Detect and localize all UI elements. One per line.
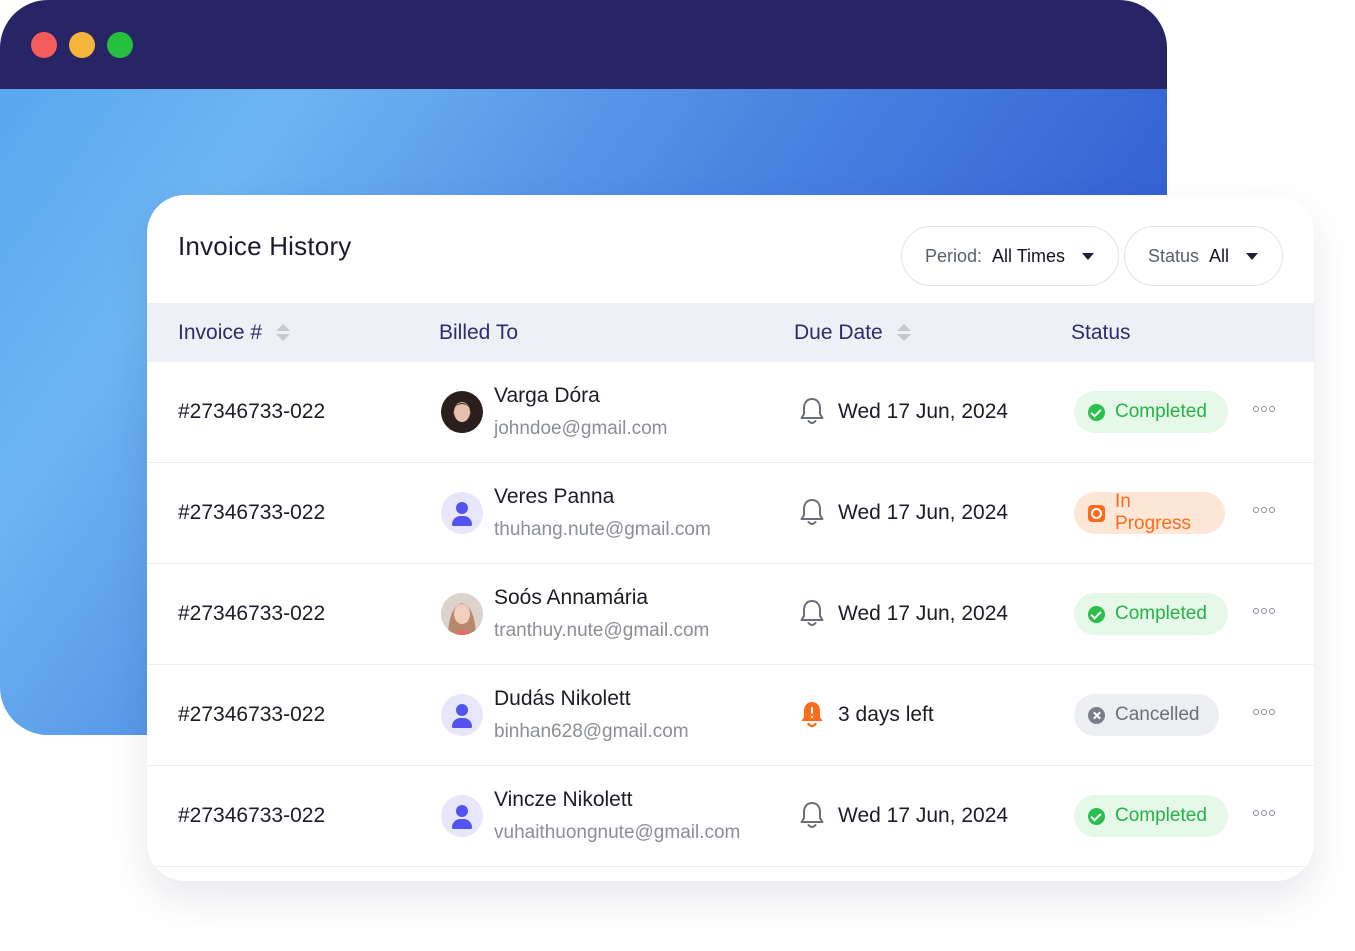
column-header-due-date[interactable]: Due Date: [794, 303, 911, 362]
avatar: [441, 391, 483, 433]
table-header: Invoice # Billed To Due Date Status: [147, 303, 1314, 362]
billed-to-name: Dudás Nikolett: [494, 687, 631, 710]
sort-icon[interactable]: [896, 324, 911, 341]
check-circle-icon: [1088, 807, 1105, 825]
timer-icon: [1088, 504, 1105, 522]
status-badge-label: In Progress: [1115, 491, 1192, 534]
bell-icon: [800, 499, 824, 525]
status-badge: Completed: [1074, 593, 1228, 635]
billed-to-name: Veres Panna: [494, 485, 615, 508]
column-header-status: Status: [1071, 303, 1131, 362]
user-icon: [441, 492, 483, 534]
invoice-number: #27346733-022: [178, 804, 326, 827]
column-header-due-date-label: Due Date: [794, 320, 883, 344]
table-row[interactable]: #27346733-022 Soós Annamária tranthuy.nu…: [147, 564, 1314, 665]
close-window-button[interactable]: [31, 32, 57, 58]
status-badge: Cancelled: [1074, 694, 1219, 736]
table-row[interactable]: #27346733-022 Varga Dóra johndoe@gmail.c…: [147, 362, 1314, 463]
due-date: Wed 17 Jun, 2024: [838, 501, 1009, 524]
table-row[interactable]: #27346733-022 Vincze Nikolett vuhaithuon…: [147, 766, 1314, 867]
more-options-icon[interactable]: [1253, 810, 1275, 816]
chevron-down-icon: [1082, 252, 1094, 260]
invoice-number: #27346733-022: [178, 703, 326, 726]
bell-icon: [800, 600, 824, 626]
billed-to-email: thuhang.nute@gmail.com: [494, 519, 711, 540]
user-icon: [441, 795, 483, 837]
invoice-number: #27346733-022: [178, 501, 326, 524]
status-badge-label: Cancelled: [1115, 704, 1200, 725]
chevron-down-icon: [1246, 252, 1258, 260]
more-options-icon[interactable]: [1253, 608, 1275, 614]
due-date: Wed 17 Jun, 2024: [838, 804, 1009, 827]
table-row[interactable]: #27346733-022 Veres Panna thuhang.nute@g…: [147, 463, 1314, 564]
billed-to-email: johndoe@gmail.com: [494, 418, 668, 439]
period-filter-value: All Times: [992, 245, 1066, 266]
more-options-icon[interactable]: [1253, 406, 1275, 412]
status-badge-label: Completed: [1115, 401, 1207, 422]
maximize-window-button[interactable]: [107, 32, 133, 58]
check-circle-icon: [1088, 605, 1105, 623]
status-badge: Completed: [1074, 795, 1228, 837]
due-date: Wed 17 Jun, 2024: [838, 400, 1009, 423]
x-circle-icon: [1088, 706, 1105, 724]
browser-titlebar: [0, 0, 1167, 89]
minimize-window-button[interactable]: [69, 32, 95, 58]
period-filter-label: Period:: [925, 245, 983, 266]
status-filter-dropdown[interactable]: Status All: [1124, 226, 1283, 286]
invoice-number: #27346733-022: [178, 400, 326, 423]
billed-to-email: tranthuy.nute@gmail.com: [494, 620, 710, 641]
invoice-number: #27346733-022: [178, 602, 326, 625]
column-header-billed-to: Billed To: [439, 303, 518, 362]
billed-to-name: Soós Annamária: [494, 586, 649, 609]
more-options-icon[interactable]: [1253, 709, 1275, 715]
column-header-status-label: Status: [1071, 320, 1131, 344]
column-header-invoice-label: Invoice #: [178, 320, 263, 344]
status-badge: In Progress: [1074, 491, 1225, 534]
due-date: Wed 17 Jun, 2024: [838, 602, 1009, 625]
sort-icon[interactable]: [276, 324, 291, 341]
status-badge: Completed: [1074, 391, 1228, 433]
status-filter-label: Status: [1148, 245, 1200, 266]
status-badge-label: Completed: [1115, 603, 1207, 624]
avatar: [441, 593, 483, 635]
page-title: Invoice History: [178, 231, 352, 261]
due-date: 3 days left: [838, 703, 934, 726]
column-header-billed-to-label: Billed To: [439, 320, 518, 344]
billed-to-email: binhan628@gmail.com: [494, 721, 689, 742]
user-icon: [441, 694, 483, 736]
column-header-invoice[interactable]: Invoice #: [178, 303, 291, 362]
billed-to-name: Vincze Nikolett: [494, 788, 633, 811]
invoice-history-card: Invoice History Period: All Times Status…: [147, 195, 1314, 881]
billed-to-email: vuhaithuongnute@gmail.com: [494, 822, 741, 843]
table-row[interactable]: #27346733-022 Dudás Nikolett binhan628@g…: [147, 665, 1314, 766]
billed-to-name: Varga Dóra: [494, 384, 600, 407]
bell-icon: [800, 398, 824, 424]
period-filter-dropdown[interactable]: Period: All Times: [901, 226, 1119, 286]
bell-alert-icon: [801, 702, 823, 728]
bell-icon: [800, 802, 824, 828]
more-options-icon[interactable]: [1253, 507, 1275, 513]
check-circle-icon: [1088, 403, 1105, 421]
status-filter-value: All: [1209, 245, 1230, 266]
status-badge-label: Completed: [1115, 805, 1207, 826]
